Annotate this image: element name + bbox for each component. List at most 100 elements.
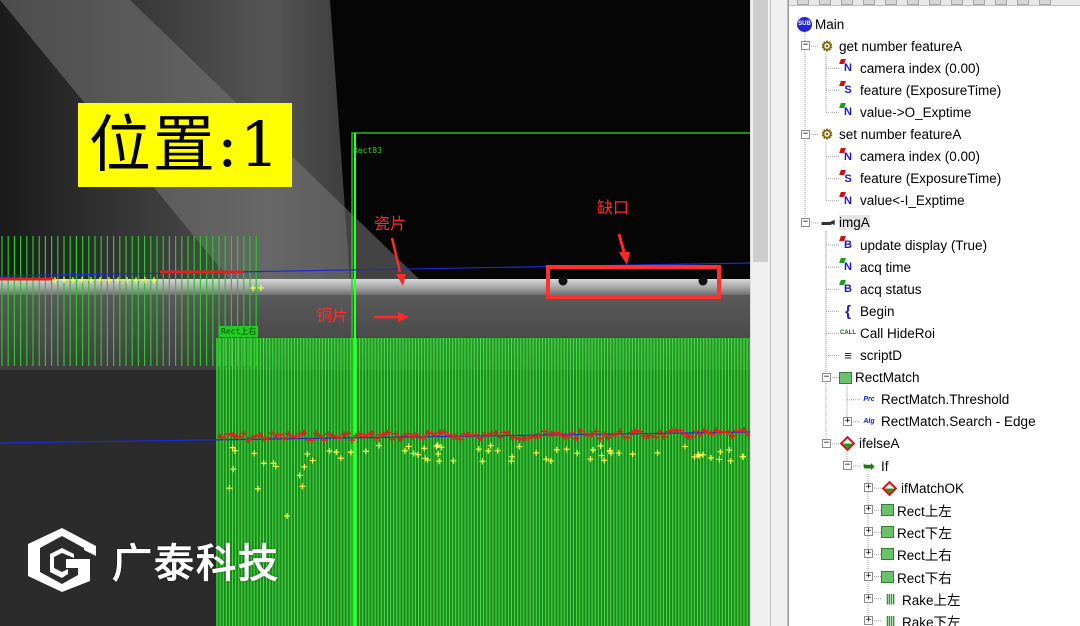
rect-tool-icon bbox=[881, 548, 894, 561]
number-input-icon: N bbox=[839, 191, 857, 209]
tree-node[interactable]: ifelseA bbox=[839, 433, 900, 455]
program-tree[interactable]: SUB Main ⚙ get number featureA − Ncamera inde… bbox=[788, 0, 1080, 626]
rect-tool-icon bbox=[839, 371, 852, 384]
tree-node-label: update display (True) bbox=[860, 237, 988, 253]
sub-icon: SUB bbox=[797, 16, 812, 32]
tree-node[interactable]: Bupdate display (True) bbox=[839, 234, 987, 256]
camera-image-view[interactable]: 位置:1 瓷片 铜片 缺口 Rect83 Rect上右 广泰科技 bbox=[0, 0, 770, 626]
expand-toggle[interactable]: + bbox=[864, 527, 873, 537]
tree-node-label: scriptD bbox=[860, 348, 903, 363]
collapse-toggle[interactable]: − bbox=[843, 461, 852, 470]
collapse-toggle[interactable]: − bbox=[822, 372, 831, 382]
collapse-toggle[interactable]: − bbox=[801, 41, 810, 51]
expand-toggle[interactable]: + bbox=[864, 571, 873, 581]
collapse-toggle[interactable]: − bbox=[822, 438, 831, 448]
tree-node[interactable]: { Begin bbox=[839, 300, 895, 322]
tree-node[interactable]: Nvalue<-I_Exptime bbox=[839, 190, 965, 212]
rect-tool-icon bbox=[881, 504, 894, 517]
call-icon: CALL bbox=[840, 330, 856, 337]
tree-node-label: Rake下左 bbox=[902, 614, 961, 626]
expand-toggle[interactable]: + bbox=[864, 593, 873, 603]
notch-dot-right bbox=[698, 276, 708, 286]
tree-node[interactable]: |||| Rake下左 bbox=[881, 610, 961, 626]
tree-node[interactable]: CALL Call HideRoi bbox=[839, 322, 935, 344]
tree-node[interactable]: |||| Rake上左 bbox=[881, 588, 961, 610]
tree-node-label: Rect下右 bbox=[897, 570, 952, 586]
rect-tool-icon bbox=[881, 526, 894, 539]
rake-tool-icon: |||| bbox=[885, 614, 895, 626]
string-param-icon: S bbox=[839, 81, 857, 98]
tree-node-label: RectMatch.Search - Edge bbox=[881, 414, 1036, 430]
collapse-toggle[interactable]: − bbox=[801, 129, 810, 139]
tree-node[interactable]: ⚙ set number featureA bbox=[818, 124, 962, 146]
tree-node[interactable]: ▬◂ imgA bbox=[818, 212, 870, 234]
tree-node-label: acq time bbox=[860, 259, 912, 275]
tree-node[interactable]: Nvalue->O_Exptime bbox=[839, 101, 971, 123]
tree-node[interactable]: Ncamera index (0.00) bbox=[839, 146, 980, 168]
rake-lower-overlay bbox=[216, 338, 752, 626]
tree-node-label: ifelseA bbox=[859, 436, 900, 452]
diamond-icon bbox=[881, 480, 898, 496]
annotation-copper: 铜片 bbox=[316, 306, 349, 325]
tree-node-label: Call HideRoi bbox=[860, 325, 936, 341]
tree-node-label: set number featureA bbox=[839, 127, 962, 142]
expand-toggle[interactable]: + bbox=[843, 416, 852, 426]
tree-node-label: get number featureA bbox=[839, 38, 963, 54]
tree-node[interactable]: Rect上左 bbox=[881, 499, 952, 521]
tree-node-label: RectMatch bbox=[855, 370, 920, 386]
diamond-icon bbox=[839, 436, 856, 452]
brand-logo-icon bbox=[28, 528, 96, 592]
tree-node-label: Rect上右 bbox=[897, 548, 952, 564]
bool-output-icon: B bbox=[839, 280, 857, 297]
tree-node-label: value->O_Exptime bbox=[860, 104, 972, 120]
tree-node[interactable]: ≡ scriptD bbox=[839, 345, 902, 367]
expand-toggle[interactable]: + bbox=[864, 505, 873, 515]
tree-node[interactable]: RectMatch bbox=[839, 367, 920, 389]
annotation-ceramic: 瓷片 bbox=[374, 214, 407, 233]
vertical-scrollbar[interactable] bbox=[750, 0, 770, 626]
tree-node-label: If bbox=[881, 458, 889, 474]
rect-tool-icon bbox=[881, 570, 894, 583]
brace-icon: { bbox=[845, 302, 851, 320]
tree-node[interactable]: Prc RectMatch.Threshold bbox=[860, 389, 1009, 411]
tree-node-label: Rect下左 bbox=[897, 526, 952, 542]
tree-node-label: value<-I_Exptime bbox=[860, 193, 965, 209]
annotation-notch: 缺口 bbox=[597, 198, 630, 217]
tree-node[interactable]: Nacq time bbox=[839, 256, 911, 278]
tree-node-label: imgA bbox=[839, 215, 870, 231]
tree-node-label: camera index (0.00) bbox=[860, 149, 981, 165]
tree-node-label: Begin bbox=[860, 303, 895, 319]
roi-sub-tag: Rect上右 bbox=[219, 326, 259, 337]
dark-shadow bbox=[330, 0, 770, 280]
script-icon: ≡ bbox=[844, 348, 852, 363]
scrollbar-thumb[interactable] bbox=[753, 0, 768, 262]
camera-icon: ▬◂ bbox=[821, 217, 834, 229]
expand-toggle[interactable]: + bbox=[864, 549, 873, 559]
tree-node-label: Main bbox=[815, 16, 845, 32]
tree-node[interactable]: SUB Main bbox=[797, 13, 844, 35]
tree-node[interactable]: Rect下右 bbox=[881, 566, 952, 588]
tree-node[interactable]: ⚙ get number featureA bbox=[818, 35, 962, 57]
tree-node-label: Rake上左 bbox=[902, 592, 961, 608]
collapse-toggle[interactable]: − bbox=[801, 217, 810, 227]
expand-toggle[interactable]: + bbox=[864, 483, 873, 493]
pane-splitter[interactable] bbox=[770, 0, 788, 626]
tree-node[interactable]: Rect上右 bbox=[881, 543, 952, 565]
tree-node[interactable]: ➥ If bbox=[860, 455, 889, 477]
tree-node[interactable]: Alg RectMatch.Search - Edge bbox=[860, 411, 1036, 433]
metal-strip bbox=[0, 279, 770, 295]
brand-name: 广泰科技 bbox=[112, 541, 280, 587]
notch-dot-left bbox=[558, 276, 568, 286]
tree-node-label: camera index (0.00) bbox=[860, 60, 981, 76]
tree-node[interactable]: Ncamera index (0.00) bbox=[839, 57, 980, 79]
tree-node[interactable]: Bacq status bbox=[839, 278, 922, 300]
expand-toggle[interactable]: + bbox=[864, 615, 873, 625]
brand-watermark: 广泰科技 bbox=[22, 525, 280, 595]
tree-node[interactable]: Sfeature (ExposureTime) bbox=[839, 79, 1001, 101]
tree-node[interactable]: ifMatchOK bbox=[881, 477, 964, 499]
tree-node[interactable]: Sfeature (ExposureTime) bbox=[839, 168, 1001, 190]
tree-node-label: feature (ExposureTime) bbox=[860, 171, 1002, 187]
tree-node-label: feature (ExposureTime) bbox=[860, 82, 1002, 98]
tree-node[interactable]: Rect下左 bbox=[881, 521, 952, 543]
number-output-icon: N bbox=[839, 258, 857, 275]
